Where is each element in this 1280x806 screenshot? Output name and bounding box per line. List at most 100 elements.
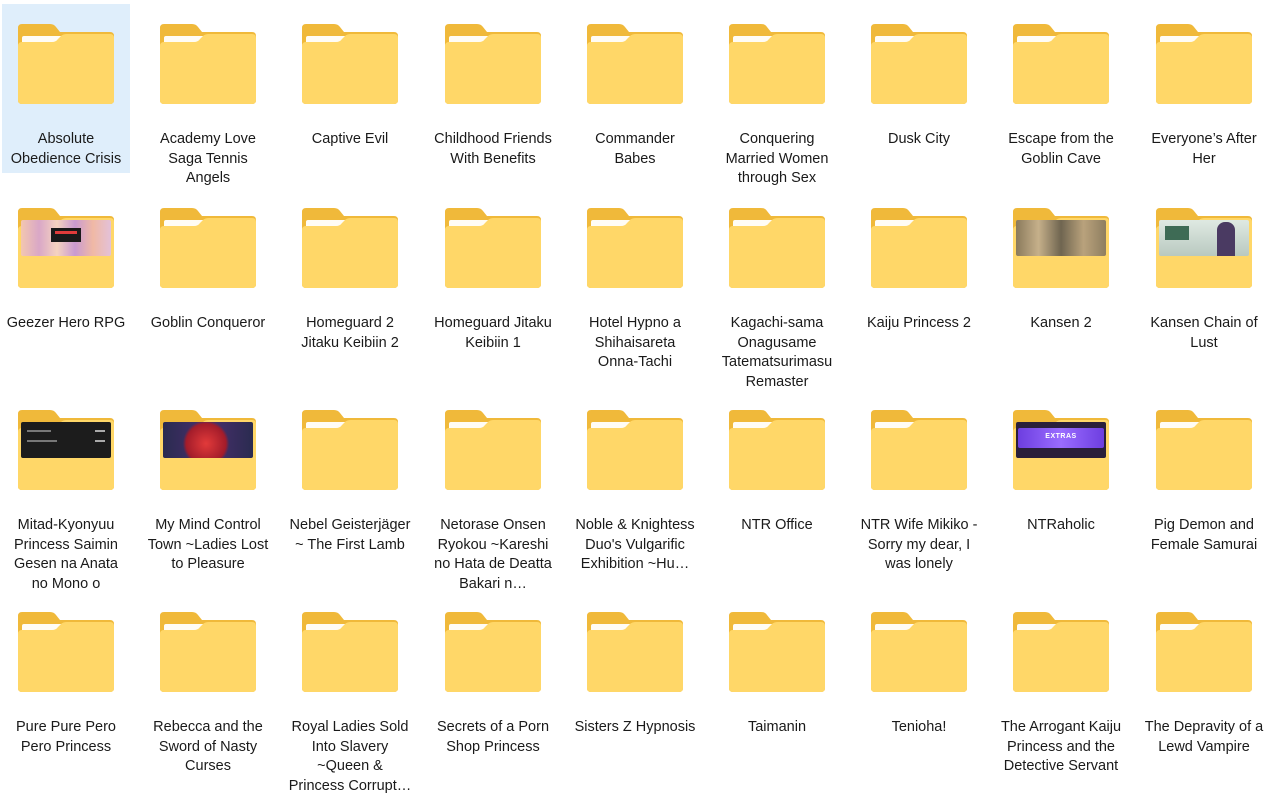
folder-label: Kansen 2 bbox=[1030, 315, 1092, 331]
folder-item[interactable]: Childhood Friends With Benefits bbox=[429, 4, 557, 173]
folder-item[interactable]: Royal Ladies Sold Into Slavery ~Queen & … bbox=[286, 592, 414, 800]
folder-label: Captive Evil bbox=[311, 131, 389, 147]
folder-item[interactable]: Absolute Obedience Crisis bbox=[2, 4, 130, 173]
folder-label: Childhood Friends With Benefits bbox=[434, 131, 552, 167]
folder-icon bbox=[14, 610, 118, 694]
folder-label: NTR Wife Mikiko - Sorry my dear, I was l… bbox=[860, 517, 978, 572]
folder-shape bbox=[302, 410, 398, 490]
folder-item[interactable]: Captive Evil bbox=[286, 4, 414, 154]
folder-label: Mitad-Kyonyuu Princess Saimin Gesen na A… bbox=[14, 517, 118, 592]
folder-front-flap bbox=[18, 256, 114, 288]
folder-label: The Arrogant Kaiju Princess and the Dete… bbox=[1000, 719, 1122, 774]
folder-icon bbox=[441, 206, 545, 290]
folder-item[interactable]: Geezer Hero RPG bbox=[2, 188, 130, 338]
folder-icon bbox=[298, 22, 402, 106]
folder-item[interactable]: Netorase Onsen Ryokou ~Kareshi no Hata d… bbox=[429, 390, 557, 598]
folder-item[interactable]: Conquering Married Women through Sex bbox=[713, 4, 841, 193]
folder-item[interactable]: Commander Babes bbox=[571, 4, 699, 173]
folder-label: NTR Office bbox=[741, 517, 813, 533]
folder-item[interactable]: Tenioha! bbox=[855, 592, 983, 742]
file-grid: Absolute Obedience Crisis Academy Love Sa… bbox=[0, 0, 1280, 806]
folder-item[interactable]: Sisters Z Hypnosis bbox=[571, 592, 699, 742]
folder-item[interactable]: Dusk City bbox=[855, 4, 983, 154]
folder-item[interactable]: Escape from the Goblin Cave bbox=[997, 4, 1125, 173]
folder-item[interactable]: EXTRAS NTRaholic bbox=[997, 390, 1125, 540]
folder-icon bbox=[583, 22, 687, 106]
folder-icon bbox=[583, 610, 687, 694]
folder-shape bbox=[1013, 24, 1109, 104]
folder-label: NTRaholic bbox=[1027, 517, 1095, 533]
folder-item[interactable]: Mitad-Kyonyuu Princess Saimin Gesen na A… bbox=[2, 390, 130, 598]
folder-shape bbox=[587, 24, 683, 104]
folder-shape bbox=[18, 612, 114, 692]
folder-item[interactable]: The Depravity of a Lewd Vampire bbox=[1140, 592, 1268, 761]
folder-icon bbox=[14, 22, 118, 106]
folder-item[interactable]: Pure Pure Pero Pero Princess bbox=[2, 592, 130, 761]
folder-shape bbox=[729, 208, 825, 288]
folder-front-flap bbox=[18, 458, 114, 490]
folder-label: Royal Ladies Sold Into Slavery ~Queen & … bbox=[288, 719, 412, 794]
folder-icon bbox=[1152, 408, 1256, 492]
folder-label: Conquering Married Women through Sex bbox=[725, 131, 829, 186]
folder-shape bbox=[587, 410, 683, 490]
folder-label: Everyone’s After Her bbox=[1151, 131, 1257, 167]
folder-item[interactable]: Kansen 2 bbox=[997, 188, 1125, 338]
folder-shape bbox=[160, 208, 256, 288]
folder-shape bbox=[160, 612, 256, 692]
folder-label: Geezer Hero RPG bbox=[6, 315, 126, 331]
folder-label: Absolute Obedience Crisis bbox=[10, 131, 122, 167]
folder-item[interactable]: Goblin Conqueror bbox=[144, 188, 272, 338]
folder-label: Homeguard Jitaku Keibiin 1 bbox=[434, 315, 552, 351]
folder-label: My Mind Control Town ~Ladies Lost to Ple… bbox=[147, 517, 269, 572]
folder-item[interactable]: Rebecca and the Sword of Nasty Curses bbox=[144, 592, 272, 781]
folder-shape bbox=[871, 410, 967, 490]
folder-shape bbox=[18, 24, 114, 104]
folder-icon bbox=[298, 206, 402, 290]
folder-icon bbox=[14, 206, 118, 290]
folder-item[interactable]: Pig Demon and Female Samurai bbox=[1140, 390, 1268, 559]
folder-label: Taimanin bbox=[747, 719, 807, 735]
folder-front-flap bbox=[160, 458, 256, 490]
folder-shape bbox=[587, 208, 683, 288]
folder-item[interactable]: Homeguard 2 Jitaku Keibiin 2 bbox=[286, 188, 414, 357]
folder-item[interactable]: Academy Love Saga Tennis Angels bbox=[144, 4, 272, 193]
folder-label: Noble & Knightess Duo's Vulgarific Exhib… bbox=[575, 517, 695, 572]
folder-item[interactable]: Everyone’s After Her bbox=[1140, 4, 1268, 173]
folder-label: Escape from the Goblin Cave bbox=[1008, 131, 1114, 167]
folder-label: Dusk City bbox=[887, 131, 951, 147]
folder-item[interactable]: Secrets of a Porn Shop Princess bbox=[429, 592, 557, 761]
folder-shape bbox=[871, 612, 967, 692]
folder-item[interactable]: Noble & Knightess Duo's Vulgarific Exhib… bbox=[571, 390, 699, 579]
folder-item[interactable]: Hotel Hypno a Shihaisareta Onna-Tachi bbox=[571, 188, 699, 377]
folder-item[interactable]: NTR Wife Mikiko - Sorry my dear, I was l… bbox=[855, 390, 983, 579]
folder-shape bbox=[1013, 612, 1109, 692]
folder-icon bbox=[725, 610, 829, 694]
folder-item[interactable]: NTR Office bbox=[713, 390, 841, 540]
folder-icon bbox=[725, 206, 829, 290]
folder-item[interactable]: The Arrogant Kaiju Princess and the Dete… bbox=[997, 592, 1125, 781]
folder-shape bbox=[302, 612, 398, 692]
folder-icon bbox=[441, 408, 545, 492]
folder-label: Kaiju Princess 2 bbox=[867, 315, 971, 331]
folder-item[interactable]: Homeguard Jitaku Keibiin 1 bbox=[429, 188, 557, 357]
folder-shape bbox=[729, 612, 825, 692]
folder-item[interactable]: My Mind Control Town ~Ladies Lost to Ple… bbox=[144, 390, 272, 579]
folder-label: Homeguard 2 Jitaku Keibiin 2 bbox=[301, 315, 399, 351]
folder-icon bbox=[156, 22, 260, 106]
folder-icon bbox=[725, 22, 829, 106]
folder-shape bbox=[445, 208, 541, 288]
folder-icon bbox=[441, 22, 545, 106]
folder-label: Netorase Onsen Ryokou ~Kareshi no Hata d… bbox=[434, 517, 552, 592]
folder-front-flap bbox=[1013, 256, 1109, 288]
folder-item[interactable]: Kaiju Princess 2 bbox=[855, 188, 983, 338]
folder-label: Rebecca and the Sword of Nasty Curses bbox=[153, 719, 263, 774]
folder-item[interactable]: Taimanin bbox=[713, 592, 841, 742]
folder-icon bbox=[867, 22, 971, 106]
folder-shape bbox=[587, 612, 683, 692]
folder-shape bbox=[729, 24, 825, 104]
folder-label: Academy Love Saga Tennis Angels bbox=[160, 131, 256, 186]
folder-icon bbox=[156, 408, 260, 492]
folder-item[interactable]: Nebel Geisterjäger ~ The First Lamb bbox=[286, 390, 414, 559]
folder-item[interactable]: Kansen Chain of Lust bbox=[1140, 188, 1268, 357]
folder-item[interactable]: Kagachi-sama Onagusame Tatematsurimasu R… bbox=[713, 188, 841, 396]
